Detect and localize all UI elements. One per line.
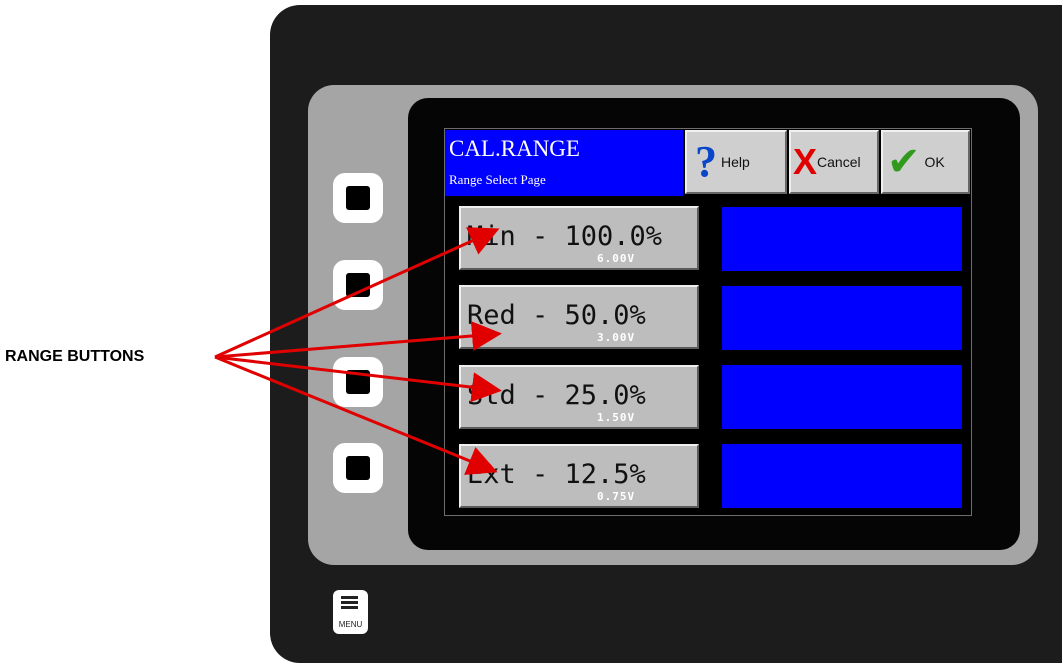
annotation-arrows	[214, 227, 502, 475]
